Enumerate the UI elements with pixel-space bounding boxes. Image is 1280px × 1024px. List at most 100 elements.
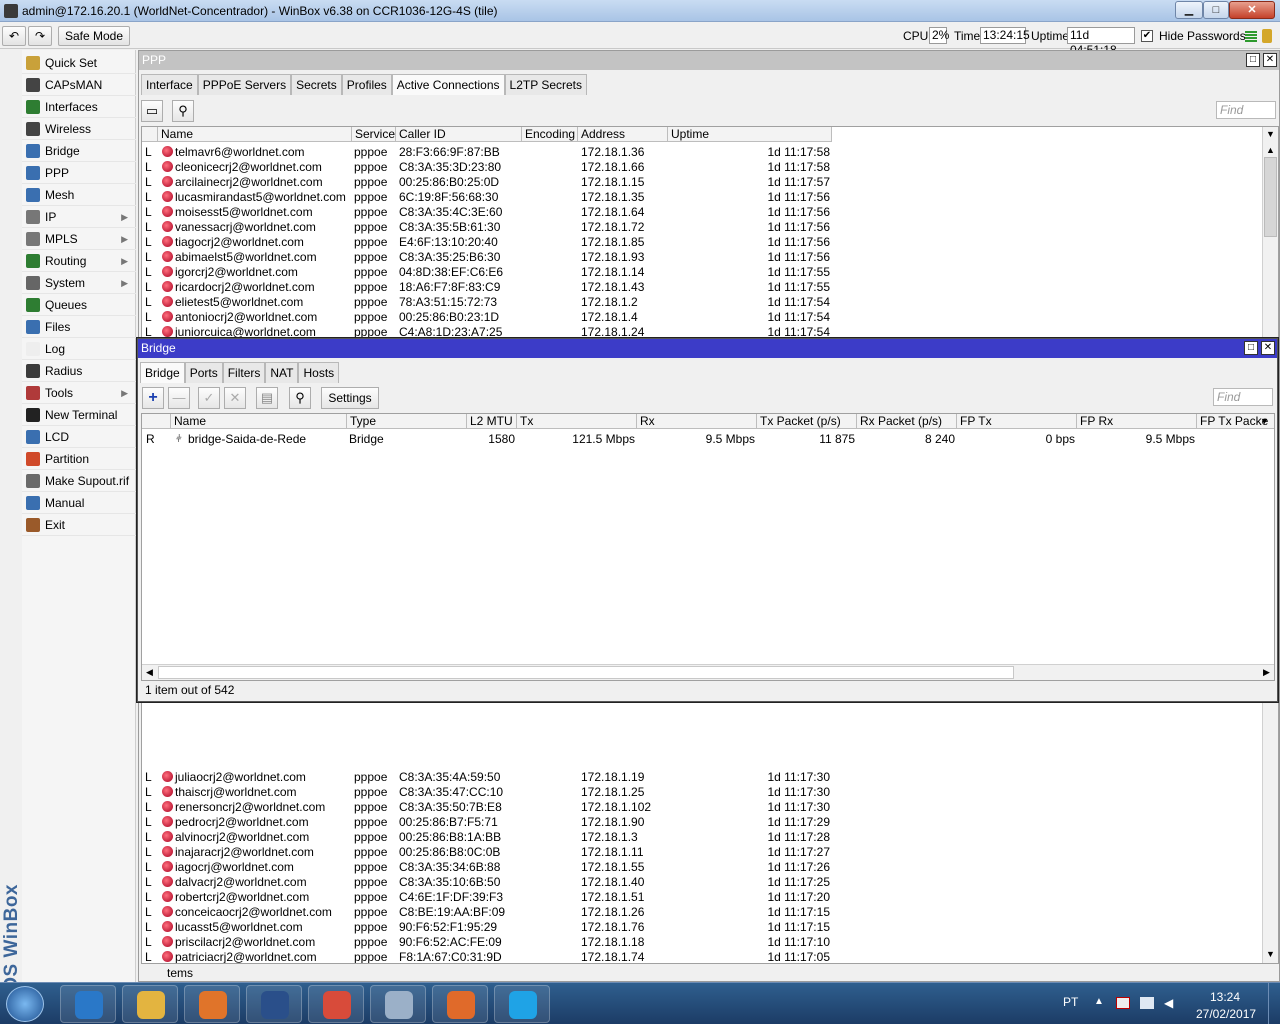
column-header-fp-rx[interactable]: FP Rx bbox=[1077, 414, 1197, 429]
bridge-filter-button[interactable]: ⚲ bbox=[289, 387, 311, 409]
table-row[interactable]: Lvanessacrj@worldnet.com pppoe C8:3A:35:5B… bbox=[142, 220, 1278, 235]
ppp-tab-secrets[interactable]: Secrets bbox=[291, 74, 342, 95]
menu-item-files[interactable]: Files bbox=[22, 316, 136, 338]
bridge-enable-button[interactable]: ✓ bbox=[198, 387, 220, 409]
taskbar-skype-button[interactable] bbox=[494, 985, 550, 1023]
bridge-disable-button[interactable]: ✕ bbox=[224, 387, 246, 409]
scroll-left-icon[interactable]: ◀ bbox=[146, 667, 153, 678]
ppp-close-button[interactable]: ✕ bbox=[1263, 53, 1277, 67]
tray-expand-icon[interactable]: ▲ bbox=[1094, 996, 1104, 1007]
minimize-button[interactable]: ▁ bbox=[1175, 1, 1203, 19]
table-row[interactable]: Ltelmavr6@worldnet.com pppoe 28:F3:66:9F:8… bbox=[142, 145, 1278, 160]
table-row[interactable]: Ldalvacrj2@worldnet.com pppoe C8:3A:35:10:… bbox=[142, 875, 1278, 890]
ppp-tab-interface[interactable]: Interface bbox=[141, 74, 198, 95]
ppp-tab-pppoe-servers[interactable]: PPPoE Servers bbox=[197, 74, 292, 95]
show-desktop-button[interactable] bbox=[1268, 983, 1280, 1024]
menu-item-routing[interactable]: Routing ▶ bbox=[22, 250, 136, 272]
scroll-down-icon[interactable]: ▼ bbox=[1266, 949, 1275, 959]
menu-item-new-terminal[interactable]: New Terminal bbox=[22, 404, 136, 426]
action-center-icon[interactable] bbox=[1116, 997, 1130, 1009]
table-row[interactable]: Larcilainecrj2@worldnet.com pppoe 00:25:86… bbox=[142, 175, 1278, 190]
table-row[interactable]: Liagocrj@worldnet.com pppoe C8:3A:35:34:6B… bbox=[142, 860, 1278, 875]
taskbar-ie-button[interactable] bbox=[60, 985, 116, 1023]
column-header-service[interactable]: Service bbox=[352, 127, 396, 142]
table-row[interactable]: Ligorcrj2@worldnet.com pppoe 04:8D:38:EF:C… bbox=[142, 265, 1278, 280]
maximize-button[interactable]: □ bbox=[1203, 1, 1229, 19]
bridge-tab-nat[interactable]: NAT bbox=[265, 362, 299, 383]
table-row[interactable]: Lconceicaocrj2@worldnet.com pppoe C8:BE:19… bbox=[142, 905, 1278, 920]
bridge-add-button[interactable]: + bbox=[142, 387, 164, 409]
menu-item-tools[interactable]: Tools ▶ bbox=[22, 382, 136, 404]
network-icon[interactable] bbox=[1140, 997, 1154, 1009]
table-row[interactable]: Llucasmirandast5@worldnet.com pppoe 6C:19:… bbox=[142, 190, 1278, 205]
menu-item-bridge[interactable]: Bridge bbox=[22, 140, 136, 162]
taskbar-explorer-button[interactable] bbox=[122, 985, 178, 1023]
bridge-tab-ports[interactable]: Ports bbox=[184, 362, 223, 383]
column-menu-icon[interactable]: ▼ bbox=[1260, 416, 1269, 426]
scroll-top-icon[interactable]: ▲ bbox=[1266, 145, 1275, 155]
bridge-row[interactable]: R ⫩ bridge-Saida-de-Rede Bridge 1580 121.5 Mb… bbox=[142, 432, 1274, 447]
menu-item-make-supout-rif[interactable]: Make Supout.rif bbox=[22, 470, 136, 492]
bridge-maximize-button[interactable]: □ bbox=[1244, 341, 1258, 355]
menu-item-partition[interactable]: Partition bbox=[22, 448, 136, 470]
table-row[interactable]: Labimaelst5@worldnet.com pppoe C8:3A:35:25… bbox=[142, 250, 1278, 265]
column-header-rx[interactable]: Rx bbox=[637, 414, 757, 429]
bridge-scroll-thumb[interactable] bbox=[158, 666, 1014, 679]
bridge-tab-filters[interactable]: Filters bbox=[222, 362, 266, 383]
menu-item-ip[interactable]: IP ▶ bbox=[22, 206, 136, 228]
bridge-remove-button[interactable]: — bbox=[168, 387, 190, 409]
taskbar-pdf-button[interactable] bbox=[432, 985, 488, 1023]
column-header-tx[interactable]: Tx bbox=[517, 414, 637, 429]
table-row[interactable]: Lantoniocrj2@worldnet.com pppoe 00:25:86:B… bbox=[142, 310, 1278, 325]
column-header-name[interactable]: Name bbox=[171, 414, 347, 429]
start-button[interactable] bbox=[6, 986, 44, 1022]
undo-button[interactable]: ↶ bbox=[2, 26, 26, 46]
column-header-rx-packet-p-s-[interactable]: Rx Packet (p/s) bbox=[857, 414, 957, 429]
column-header-caller-id[interactable]: Caller ID bbox=[396, 127, 522, 142]
table-row[interactable]: Lpriscilacrj2@worldnet.com pppoe 90:F6:52:… bbox=[142, 935, 1278, 950]
table-row[interactable]: Lrobertcrj2@worldnet.com pppoe C4:6E:1F:DF… bbox=[142, 890, 1278, 905]
table-row[interactable]: Lpedrocrj2@worldnet.com pppoe 00:25:86:B7:… bbox=[142, 815, 1278, 830]
taskbar-chrome-button[interactable] bbox=[308, 985, 364, 1023]
menu-item-system[interactable]: System ▶ bbox=[22, 272, 136, 294]
menu-item-radius[interactable]: Radius bbox=[22, 360, 136, 382]
menu-item-lcd[interactable]: LCD bbox=[22, 426, 136, 448]
bridge-tab-bridge[interactable]: Bridge bbox=[140, 362, 185, 383]
scroll-up-icon[interactable]: ▼ bbox=[1266, 129, 1275, 139]
ppp-tab-active-connections[interactable]: Active Connections bbox=[391, 74, 505, 95]
scroll-right-icon[interactable]: ▶ bbox=[1263, 667, 1270, 678]
column-header-type[interactable]: Type bbox=[347, 414, 467, 429]
column-header-address[interactable]: Address bbox=[578, 127, 668, 142]
table-row[interactable]: Lmoisesst5@worldnet.com pppoe C8:3A:35:4C:… bbox=[142, 205, 1278, 220]
bridge-horizontal-scrollbar[interactable]: ◀ ▶ bbox=[142, 664, 1274, 680]
bridge-close-button[interactable]: ✕ bbox=[1261, 341, 1275, 355]
column-header-tx-packet-p-s-[interactable]: Tx Packet (p/s) bbox=[757, 414, 857, 429]
menu-item-quick-set[interactable]: Quick Set bbox=[22, 52, 136, 74]
table-row[interactable]: Ltiagocrj2@worldnet.com pppoe E4:6F:13:10:… bbox=[142, 235, 1278, 250]
table-row[interactable]: Lalvinocrj2@worldnet.com pppoe 00:25:86:B8… bbox=[142, 830, 1278, 845]
table-row[interactable]: Lpatriciacrj2@worldnet.com pppoe F8:1A:67:… bbox=[142, 950, 1278, 963]
table-row[interactable]: Lcleonicecrj2@worldnet.com pppoe C8:3A:35:… bbox=[142, 160, 1278, 175]
column-header-l2-mtu[interactable]: L2 MTU bbox=[467, 414, 517, 429]
table-row[interactable]: Ljuliaocrj2@worldnet.com pppoe C8:3A:35:4A… bbox=[142, 770, 1278, 785]
taskbar-calculator-button[interactable] bbox=[370, 985, 426, 1023]
bridge-tab-hosts[interactable]: Hosts bbox=[298, 362, 340, 383]
ppp-find-input[interactable]: Find bbox=[1216, 101, 1276, 119]
table-row[interactable]: Lthaiscrj@worldnet.com pppoe C8:3A:35:47:C… bbox=[142, 785, 1278, 800]
menu-item-interfaces[interactable]: Interfaces bbox=[22, 96, 136, 118]
menu-item-capsman[interactable]: CAPsMAN bbox=[22, 74, 136, 96]
column-header-encoding[interactable]: Encoding bbox=[522, 127, 578, 142]
table-row[interactable]: Linajaracrj2@worldnet.com pppoe 00:25:86:B… bbox=[142, 845, 1278, 860]
hide-passwords-checkbox[interactable]: ✔ bbox=[1141, 30, 1153, 42]
ppp-scroll-thumb[interactable] bbox=[1264, 157, 1277, 237]
bridge-comment-button[interactable]: ▤ bbox=[256, 387, 278, 409]
table-row[interactable]: Lricardocrj2@worldnet.com pppoe 18:A6:F7:8… bbox=[142, 280, 1278, 295]
safe-mode-button[interactable]: Safe Mode bbox=[58, 26, 130, 46]
table-row[interactable]: Lrenersoncrj2@worldnet.com pppoe C8:3A:35:… bbox=[142, 800, 1278, 815]
menu-item-exit[interactable]: Exit bbox=[22, 514, 136, 536]
column-header-fp-tx[interactable]: FP Tx bbox=[957, 414, 1077, 429]
column-header-name[interactable]: Name bbox=[158, 127, 352, 142]
menu-item-mesh[interactable]: Mesh bbox=[22, 184, 136, 206]
ppp-tab-l2tp-secrets[interactable]: L2TP Secrets bbox=[504, 74, 587, 95]
clock-date[interactable]: 27/02/2017 bbox=[1196, 1007, 1256, 1021]
